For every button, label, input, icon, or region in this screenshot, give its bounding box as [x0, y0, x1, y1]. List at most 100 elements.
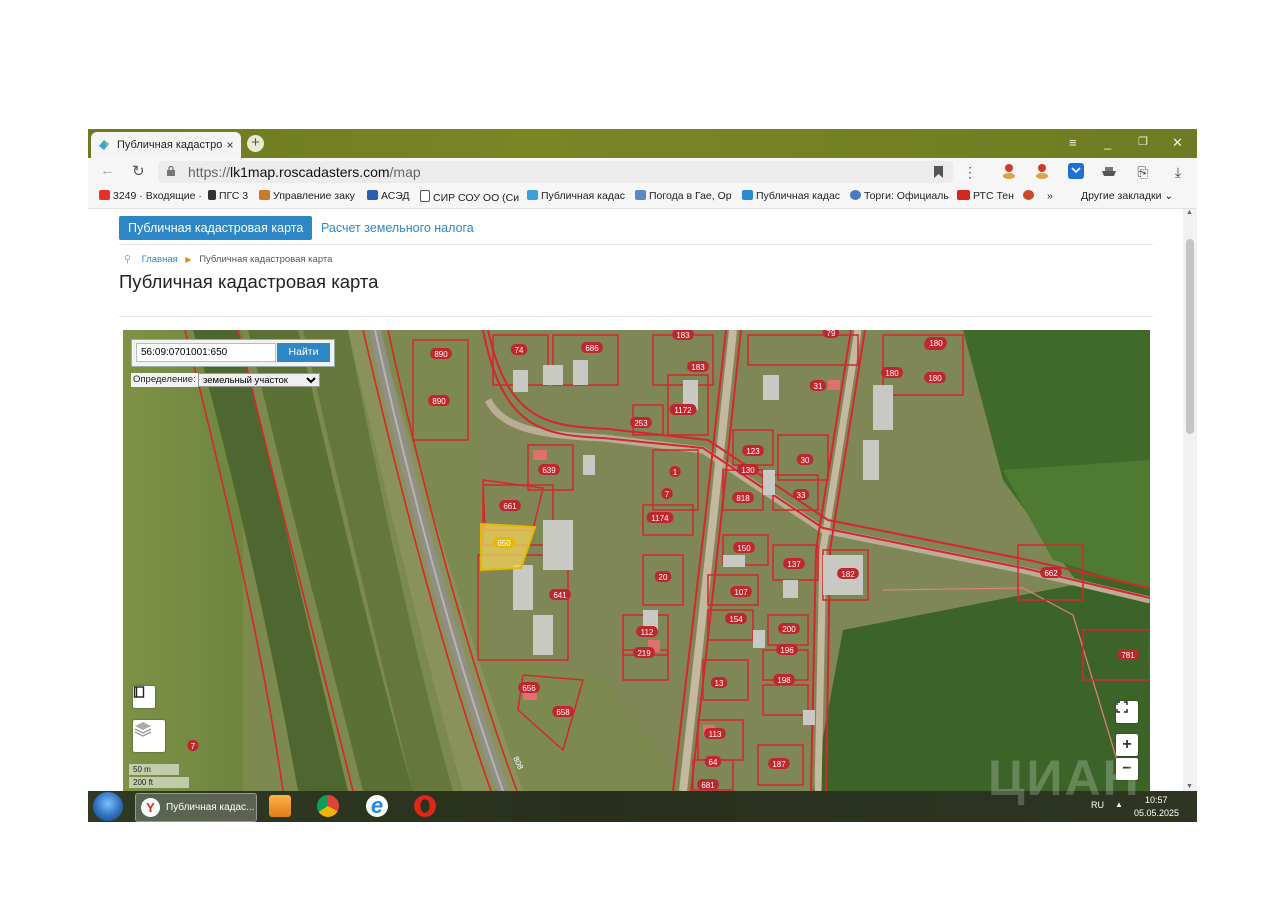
legend-button[interactable] [133, 686, 155, 708]
parcel-number-label[interactable]: 187 [772, 760, 786, 769]
tab-cadastral-map[interactable]: Публичная кадастрова × [91, 132, 241, 158]
parcel-number-label[interactable]: 1 [673, 468, 678, 477]
tab-land-tax-calc[interactable]: Расчет земельного налога [321, 216, 474, 240]
parcel-number-label[interactable]: 650 [497, 539, 511, 548]
back-arrow-icon[interactable]: ← [100, 162, 115, 179]
clock-date[interactable]: 05.05.2025 [1134, 808, 1179, 818]
close-window-button[interactable]: ✕ [1172, 135, 1183, 151]
parcel-number-label[interactable]: 656 [522, 684, 536, 693]
url-field[interactable]: https://lk1map.roscadasters.com/map [158, 161, 953, 183]
parcel-number-label[interactable]: 1172 [674, 406, 692, 415]
extension-hat-icon[interactable] [1100, 163, 1118, 181]
parcel-number-label[interactable]: 7 [665, 490, 670, 499]
parcel-number-label[interactable]: 74 [515, 346, 524, 355]
parcel-number-label[interactable]: 113 [709, 730, 722, 739]
parcel-number-label[interactable]: 686 [585, 344, 599, 353]
parcel-number-label[interactable]: 180 [928, 374, 942, 383]
tab-close-icon[interactable]: × [223, 138, 237, 152]
definition-select[interactable]: земельный участок [198, 373, 320, 387]
download-icon[interactable]: ⤓ [1169, 163, 1187, 181]
parcel-number-label[interactable]: 639 [542, 466, 556, 475]
parcel-number-label[interactable]: 64 [709, 758, 718, 767]
layers-button[interactable] [133, 720, 165, 752]
bookmark-procurement[interactable]: Управление заку [259, 190, 355, 202]
parcel-number-label[interactable]: 130 [741, 466, 755, 475]
bookmark-cadastral-2[interactable]: Публичная кадас [742, 190, 840, 202]
scrollbar-thumb[interactable] [1186, 239, 1194, 434]
extension-avatar-icon[interactable] [1000, 163, 1018, 181]
restore-button[interactable]: ❐ [1138, 135, 1148, 148]
parcel-number-label[interactable]: 31 [814, 382, 823, 391]
new-tab-button[interactable]: + [247, 135, 264, 152]
parcel-number-label[interactable]: 180 [929, 339, 943, 348]
parcel-number-label[interactable]: 112 [641, 628, 654, 637]
parcel-number-label[interactable]: 662 [1044, 569, 1058, 578]
fullscreen-button[interactable] [1116, 701, 1138, 723]
parcel-number-label[interactable]: 1174 [651, 514, 669, 523]
parcel-number-label[interactable]: 33 [797, 491, 806, 500]
parcel-number-label[interactable]: 198 [777, 676, 791, 685]
bookmarks-overflow[interactable]: » [1047, 190, 1053, 202]
parcel-number-label[interactable]: 890 [434, 350, 448, 359]
opera-icon[interactable] [414, 795, 436, 817]
bookmark-pgs3[interactable]: ПГС 3 [208, 190, 248, 202]
location-pin-icon: ⚲ [124, 254, 131, 265]
reload-icon[interactable]: ↻ [132, 162, 145, 180]
internet-explorer-icon[interactable]: e [366, 795, 388, 817]
menu-icon[interactable]: ≡ [1069, 135, 1077, 150]
parcel-number-label[interactable]: 30 [801, 456, 810, 465]
taskbar-yandex-browser[interactable]: Y Публичная кадас... [135, 793, 257, 822]
parcel-number-label[interactable]: 20 [659, 573, 668, 582]
parcel-number-label[interactable]: 79 [827, 330, 836, 338]
parcel-number-label[interactable]: 890 [432, 397, 446, 406]
parcel-number-label[interactable]: 123 [746, 447, 760, 456]
extension-avatar2-icon[interactable] [1033, 163, 1051, 181]
parcel-number-label[interactable]: 658 [556, 708, 570, 717]
bookmark-avatar-icon[interactable] [1023, 190, 1037, 202]
page-scrollbar[interactable]: ▲ ▼ [1183, 209, 1197, 791]
breadcrumb-home-link[interactable]: Главная [142, 254, 178, 265]
parcel-number-label[interactable]: 219 [637, 649, 651, 658]
parcel-number-label[interactable]: 154 [729, 615, 743, 624]
parcel-number-label[interactable]: 661 [503, 502, 517, 511]
bookmark-cadastral-1[interactable]: Публичная кадас [527, 190, 625, 202]
scroll-up-icon[interactable]: ▲ [1186, 209, 1193, 216]
scroll-down-icon[interactable]: ▼ [1186, 783, 1193, 790]
parcel-number-label[interactable]: 13 [715, 679, 724, 688]
collections-icon[interactable]: ⎘ [1134, 163, 1152, 181]
parcel-number-label[interactable]: 183 [691, 363, 705, 372]
cadastral-map[interactable]: 8908907468618379180180180180183311172253… [123, 330, 1150, 791]
bookmark-mail[interactable]: 3249 · Входящие · [99, 190, 202, 202]
parcel-number-label[interactable]: 681 [701, 781, 715, 790]
media-player-icon[interactable] [269, 795, 291, 817]
parcel-number-label[interactable]: 137 [787, 560, 801, 569]
parcel-number-label[interactable]: 641 [553, 591, 567, 600]
parcel-number-label[interactable]: 196 [780, 646, 794, 655]
parcel-number-label[interactable]: 253 [634, 419, 648, 428]
bookmark-rts[interactable]: РТС Тен [957, 190, 1014, 202]
bookmark-sir-sou[interactable]: СИР СОУ ОО (Си [420, 190, 519, 204]
cadastral-number-input[interactable] [136, 343, 276, 362]
parcel-number-label[interactable]: 107 [734, 588, 748, 597]
parcel-number-label[interactable]: 818 [736, 494, 750, 503]
chrome-icon[interactable] [317, 795, 339, 817]
parcel-number-label[interactable]: 182 [841, 570, 855, 579]
yandex-mail-icon[interactable] [1067, 163, 1085, 181]
other-bookmarks[interactable]: Другие закладки ⌄ [1081, 190, 1173, 202]
bookmark-torgi[interactable]: Торги: Официаль [850, 190, 949, 202]
parcel-number-label[interactable]: 781 [1121, 651, 1135, 660]
parcel-number-label[interactable]: 200 [782, 625, 796, 634]
more-menu-icon[interactable]: ⋮ [961, 163, 979, 181]
parcel-number-label[interactable]: 150 [737, 544, 751, 553]
clock-time[interactable]: 10:57 [1145, 795, 1168, 805]
find-button[interactable]: Найти [277, 343, 330, 362]
parcel-number-label[interactable]: 7 [191, 742, 196, 751]
bookmark-weather[interactable]: Погода в Гае, Ор [635, 190, 732, 202]
minimize-button[interactable]: _ [1104, 135, 1111, 150]
start-button[interactable] [93, 792, 123, 821]
bookmark-icon[interactable] [934, 166, 943, 178]
parcel-number-label[interactable]: 180 [885, 369, 899, 378]
tab-public-cadastral-map[interactable]: Публичная кадастровая карта [119, 216, 313, 240]
bookmark-ased[interactable]: АСЭД [367, 190, 410, 202]
parcel-number-label[interactable]: 183 [676, 331, 690, 340]
